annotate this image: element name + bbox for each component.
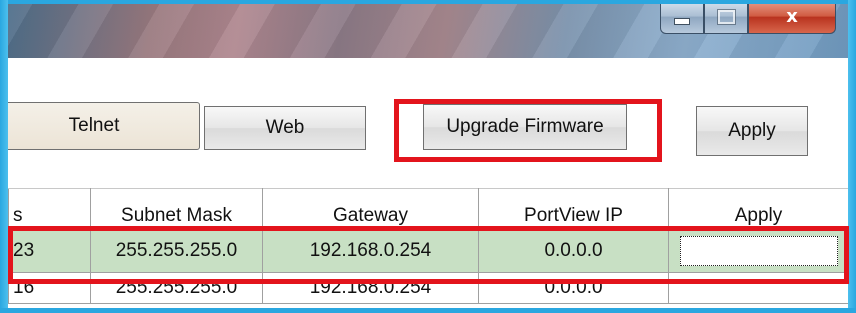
window-frame-top [0, 0, 856, 4]
column-header-gateway[interactable]: Gateway [262, 188, 479, 230]
column-header-ip-address[interactable]: s [8, 188, 91, 230]
maximize-icon [716, 8, 736, 25]
web-button[interactable]: Web [204, 106, 366, 150]
caption-buttons: x [660, 0, 836, 36]
column-header-subnet-mask[interactable]: Subnet Mask [90, 188, 263, 230]
web-button-label: Web [265, 117, 305, 138]
window-frame-left [0, 0, 8, 313]
close-icon: x [786, 6, 798, 27]
selected-row-highlight [8, 226, 849, 284]
window-frame-right [848, 0, 856, 313]
maximize-button[interactable] [704, 0, 748, 34]
upgrade-firmware-highlight [394, 99, 662, 162]
minimize-button[interactable] [660, 0, 704, 34]
grid-header-row: s Subnet Mask Gateway PortView IP Apply [8, 188, 849, 230]
column-header-portview-ip[interactable]: PortView IP [478, 188, 669, 230]
apply-button-label: Apply [728, 120, 776, 141]
window-content: Telnet Web Upgrade Firmware Apply s Subn… [0, 58, 849, 308]
telnet-button-label: Telnet [68, 115, 120, 136]
column-header-apply[interactable]: Apply [668, 188, 849, 230]
apply-button[interactable]: Apply [696, 106, 808, 156]
minimize-icon [674, 18, 690, 25]
close-button[interactable]: x [748, 0, 836, 34]
window-frame-bottom [0, 308, 856, 313]
application-window: x Telnet Web Upgrade Firmware Apply s Su… [0, 0, 856, 313]
telnet-button[interactable]: Telnet [0, 102, 200, 150]
